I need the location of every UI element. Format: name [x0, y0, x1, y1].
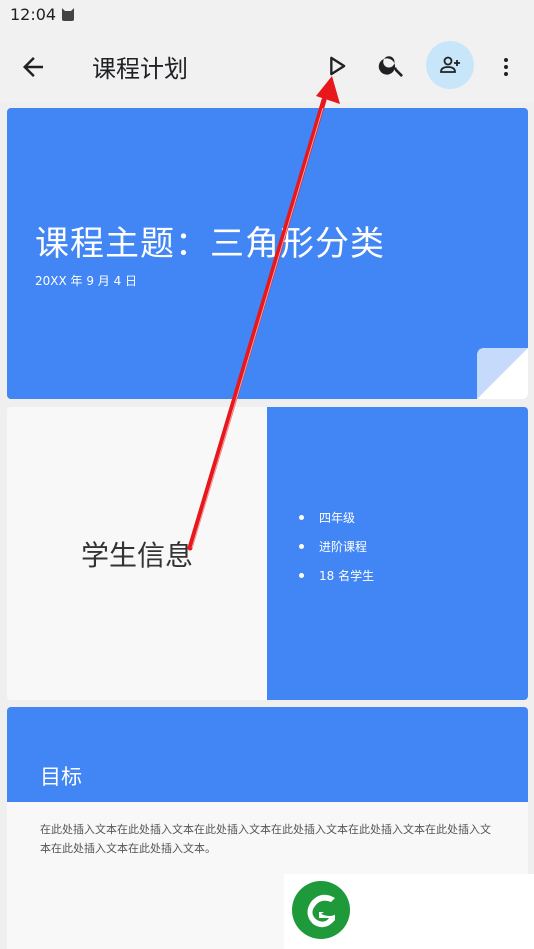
more-vert-icon[interactable] [494, 52, 518, 82]
bullet-item: 四年级 [299, 510, 374, 539]
play-icon[interactable] [322, 52, 350, 80]
slide-title: 课程主题：三角形分类 [35, 224, 385, 264]
page-fold-decoration [477, 348, 528, 399]
slide-date: 20XX 年 9 月 4 日 [35, 274, 138, 288]
status-time: 12:04 [10, 5, 57, 24]
cat-notification-icon [62, 8, 74, 21]
objective-body: 在此处插入文本在此处插入文本在此处插入文本在此处插入文本在此处插入文本在此处插入… [40, 823, 491, 855]
share-button[interactable] [426, 41, 474, 89]
leaf-logo-icon [292, 881, 350, 939]
slide-thumbnail-2[interactable]: 学生信息 四年级 进阶课程 18 名学生 [7, 407, 528, 700]
back-arrow-icon[interactable] [18, 52, 48, 82]
page-title: 课程计划 [92, 55, 188, 83]
student-info-title: 学生信息 [80, 538, 193, 572]
student-info-panel: 四年级 进阶课程 18 名学生 [267, 407, 528, 700]
bullet-item: 进阶课程 [299, 539, 374, 568]
bullet-list: 四年级 进阶课程 18 名学生 [299, 510, 374, 597]
objective-header: 目标 [7, 707, 528, 802]
status-bar: 12:04 [0, 0, 534, 30]
watermark-logo [284, 874, 534, 949]
search-icon[interactable] [377, 50, 407, 80]
bullet-item: 18 名学生 [299, 568, 374, 597]
add-person-icon [440, 56, 460, 73]
slide-thumbnail-1[interactable]: 课程主题：三角形分类 20XX 年 9 月 4 日 [7, 108, 528, 399]
objective-title: 目标 [40, 765, 82, 789]
app-bar: 课程计划 [0, 30, 534, 102]
